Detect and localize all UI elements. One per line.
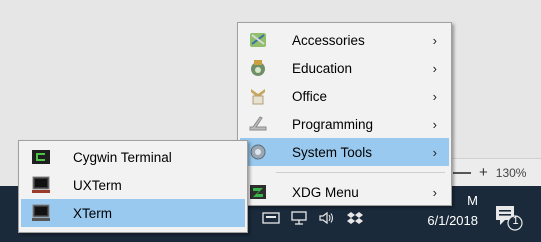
menu-separator	[276, 172, 445, 173]
main-menu: Accessories › Education › Office › Progr…	[237, 22, 452, 206]
dropbox-icon[interactable]	[346, 211, 364, 225]
chevron-right-icon: ›	[432, 116, 437, 132]
menu-item-label: Education	[292, 60, 353, 76]
menu-item-accessories[interactable]: Accessories ›	[240, 26, 449, 54]
chevron-right-icon: ›	[432, 32, 437, 48]
menu-item-label: Cygwin Terminal	[73, 149, 172, 165]
xdg-menu-icon	[248, 182, 268, 202]
menu-item-uxterm[interactable]: UXTerm	[21, 171, 245, 199]
menu-item-label: Programming	[292, 116, 374, 132]
programming-icon	[248, 114, 268, 134]
menu-item-label: Accessories	[292, 32, 365, 48]
zoom-level: 130%	[495, 165, 527, 180]
menu-item-system-tools[interactable]: System Tools ›	[240, 138, 449, 166]
keyboard-icon[interactable]	[262, 211, 280, 225]
menu-item-xdg-menu[interactable]: XDG Menu ›	[240, 178, 449, 206]
menu-item-education[interactable]: Education ›	[240, 54, 449, 82]
xterm-icon	[31, 203, 51, 223]
zoom-slider[interactable]	[453, 171, 471, 174]
app-status-bar: + 130%	[445, 158, 541, 186]
clock-date: 6/1/2018	[427, 213, 478, 228]
menu-item-label: System Tools	[292, 144, 373, 160]
menu-item-label: UXTerm	[73, 177, 122, 193]
office-icon	[248, 86, 268, 106]
cygwin-terminal-icon	[31, 147, 51, 167]
menu-item-xterm[interactable]: XTerm	[21, 199, 245, 227]
chevron-right-icon: ›	[432, 60, 437, 76]
chevron-right-icon: ›	[432, 144, 437, 160]
action-center-button[interactable]: 1	[488, 198, 528, 234]
menu-item-label: XTerm	[73, 205, 113, 221]
accessories-icon	[248, 30, 268, 50]
zoom-in-icon[interactable]: +	[479, 164, 488, 181]
volume-icon[interactable]	[318, 211, 336, 225]
menu-item-programming[interactable]: Programming ›	[240, 110, 449, 138]
notification-count: 1	[512, 215, 519, 227]
system-tools-submenu: Cygwin Terminal UXTerm XTerm	[18, 140, 248, 233]
network-icon[interactable]	[290, 211, 308, 225]
menu-item-label: XDG Menu	[292, 184, 359, 200]
chevron-right-icon: ›	[432, 184, 437, 200]
uxterm-icon	[31, 175, 51, 195]
education-icon	[248, 58, 268, 78]
system-tools-icon	[248, 142, 268, 162]
menu-item-office[interactable]: Office ›	[240, 82, 449, 110]
chevron-right-icon: ›	[432, 88, 437, 104]
menu-item-label: Office	[292, 88, 328, 104]
menu-item-cygwin-terminal[interactable]: Cygwin Terminal	[21, 143, 245, 171]
notification-icon	[496, 206, 523, 231]
